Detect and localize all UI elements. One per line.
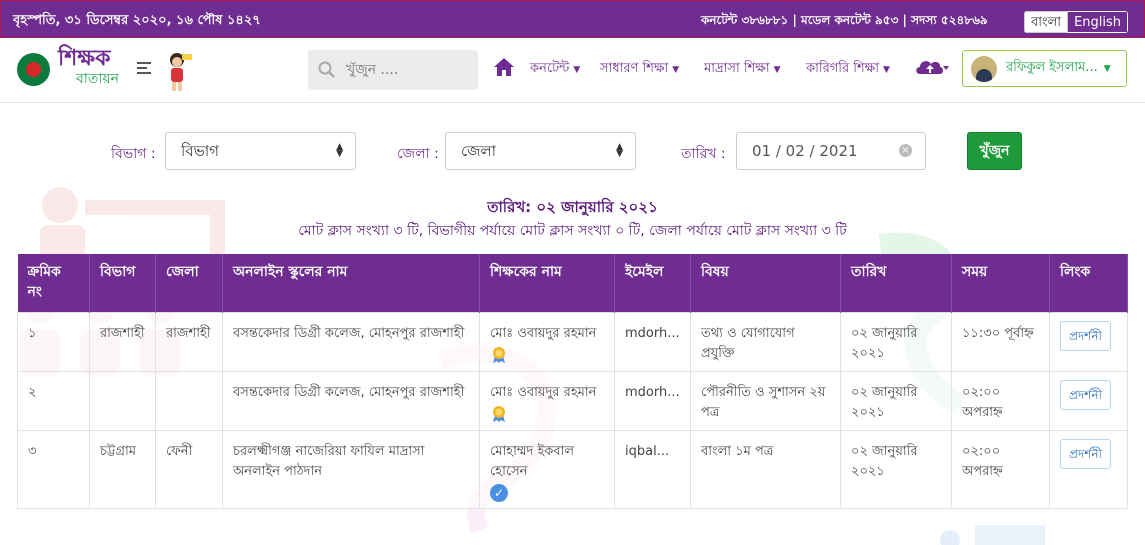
award-icon xyxy=(493,405,505,422)
user-name: রফিকুল ইসলাম... xyxy=(1006,60,1098,75)
brand-name: শিক্ষক xyxy=(58,46,111,71)
search-icon xyxy=(318,61,335,78)
online-classes-table: ক্রমিক নং বিভাগ জেলা অনলাইন স্কুলের নাম … xyxy=(17,254,1128,509)
district-label: জেলা : xyxy=(397,146,439,162)
cell-division: রাজশাহী xyxy=(89,311,156,372)
header-school: অনলাইন স্কুলের নাম xyxy=(222,254,480,312)
govt-logo-icon[interactable] xyxy=(17,53,50,86)
cell-time: ০২:০০ অপরাহ্ন xyxy=(951,429,1050,509)
cell-date: ০২ জানুয়ারি ২০২১ xyxy=(840,429,952,509)
header-division: বিভাগ xyxy=(89,254,156,312)
chevron-down-icon: ▼ xyxy=(773,65,781,75)
nav-general-education[interactable]: সাধারণ শিক্ষা ▼ xyxy=(600,59,679,80)
mascot-girl-icon xyxy=(170,53,192,91)
hamburger-menu-icon[interactable] xyxy=(137,62,151,74)
top-info-bar: বৃহস্পতি, ৩১ ডিসেম্বর ২০২০, ১৬ পৌষ ১৪২৭ … xyxy=(0,0,1145,38)
division-select[interactable]: বিভাগ ▲ ▼ xyxy=(165,132,356,170)
cell-email: iqbal... xyxy=(614,429,691,509)
header-email: ইমেইল xyxy=(614,254,691,312)
show-class-button[interactable]: প্রদর্শনী xyxy=(1060,379,1111,410)
cell-link: প্রদর্শনী xyxy=(1049,429,1128,509)
cell-teacher: মোঃ ওবায়দুর রহমান xyxy=(479,370,615,431)
cloud-upload-icon[interactable] xyxy=(913,56,951,78)
lang-english-button[interactable]: English xyxy=(1068,11,1129,33)
language-switch: বাংলা English xyxy=(1024,11,1129,33)
main-navbar: শিক্ষক বাতায়ন কনটেন্ট▼ সাধারণ শিক্ষা▼ ম… xyxy=(0,38,1145,103)
brand-subtitle: বাতায়ন xyxy=(76,71,120,87)
cell-school: চরলক্ষ্মীগঞ্জ নাজেরিয়া ফাযিল মাদ্রাসা অ… xyxy=(222,429,480,509)
shape-watermark-icon xyxy=(940,525,1045,545)
header-district: জেলা xyxy=(155,254,223,312)
cell-subject: বাংলা ১ম পত্র xyxy=(690,429,841,509)
search-input[interactable] xyxy=(346,62,466,78)
site-stats: কনটেন্ট ৩৮৬৮৮১ | মডেল কনটেন্ট ৯৫৩ | সদস্… xyxy=(701,13,988,27)
cell-district: রাজশাহী xyxy=(155,311,223,372)
cell-teacher: মোঃ ওবায়দুর রহমান xyxy=(479,311,615,372)
cell-date: ০২ জানুয়ারি ২০২১ xyxy=(840,370,952,431)
select-arrows-icon: ▲ ▼ xyxy=(616,142,623,159)
teacher-name: মোঃ ওবায়দুর রহমান xyxy=(490,384,597,400)
cell-email: mdorh... xyxy=(614,311,691,372)
header-serial: ক্রমিক নং xyxy=(17,254,90,312)
table-row: ১ রাজশাহী রাজশাহী বসন্তকেদার ডিগ্রী কলেজ… xyxy=(17,311,1128,372)
header-subject: বিষয় xyxy=(690,254,841,312)
cell-date: ০২ জানুয়ারি ২০২১ xyxy=(840,311,952,372)
summary-counts: মোট ক্লাস সংখ্যা ৩ টি, বিভাগীয় পর্যায়ে… xyxy=(298,223,847,239)
cell-district xyxy=(155,370,223,431)
cell-school: বসন্তকেদার ডিগ্রী কলেজ, মোহনপুর রাজশাহী xyxy=(222,370,480,431)
nav-technical-education[interactable]: কারিগরি শিক্ষা ▼ xyxy=(806,59,890,80)
verified-check-icon: ✓ xyxy=(490,483,508,502)
global-search xyxy=(308,50,478,90)
nav-madrasa-education[interactable]: মাদ্রাসা শিক্ষা ▼ xyxy=(704,59,781,80)
cell-subject: তথ্য ও যোগাযোগ প্রযুক্তি xyxy=(690,311,841,372)
cell-serial: ২ xyxy=(17,370,90,431)
chevron-down-icon: ▼ xyxy=(672,65,680,75)
table-row: ২ বসন্তকেদার ডিগ্রী কলেজ, মোহনপুর রাজশাহ… xyxy=(17,370,1128,431)
cell-teacher: মোহাম্মদ ইকবাল হোসেন ✓ xyxy=(479,429,615,509)
cell-link: প্রদর্শনী xyxy=(1049,370,1128,431)
cell-email: mdorh... xyxy=(614,370,691,431)
teacher-name: মোহাম্মদ ইকবাল হোসেন xyxy=(490,443,575,479)
date-field[interactable]: 01 / 02 / 2021 × xyxy=(736,132,926,170)
brand-logo[interactable]: শিক্ষক বাতায়ন xyxy=(58,46,120,87)
cell-serial: ৩ xyxy=(17,429,90,509)
chevron-down-icon: ▼ xyxy=(573,65,581,75)
cell-subject: পৌরনীতি ও সুশাসন ২য় পত্র xyxy=(690,370,841,431)
avatar xyxy=(971,55,997,82)
search-button[interactable]: খুঁজুন xyxy=(967,132,1022,170)
district-select[interactable]: জেলা ▲ ▼ xyxy=(445,132,636,170)
cell-serial: ১ xyxy=(17,311,90,372)
cell-district: ফেনী xyxy=(155,429,223,509)
cell-time: ০২:০০ অপরাহ্ন xyxy=(951,370,1050,431)
header-date: তারিখ xyxy=(840,254,952,312)
cell-division: চট্টগ্রাম xyxy=(89,429,156,509)
chevron-down-icon: ▼ xyxy=(882,65,890,75)
nav-content[interactable]: কনটেন্ট ▼ xyxy=(530,59,580,80)
lang-bangla-button[interactable]: বাংলা xyxy=(1024,11,1069,33)
division-label: বিভাগ : xyxy=(111,146,156,162)
award-icon xyxy=(493,346,505,363)
date-label: তারিখ : xyxy=(681,146,726,162)
table-header-row: ক্রমিক নং বিভাগ জেলা অনলাইন স্কুলের নাম … xyxy=(17,254,1128,312)
header-teacher: শিক্ষকের নাম xyxy=(479,254,615,312)
table-row: ৩ চট্টগ্রাম ফেনী চরলক্ষ্মীগঞ্জ নাজেরিয়া… xyxy=(17,429,1128,509)
clear-date-icon[interactable]: × xyxy=(899,144,912,157)
cell-time: ১১:৩০ পূর্বাহ্ন xyxy=(951,311,1050,372)
home-icon[interactable] xyxy=(493,57,515,77)
current-date: বৃহস্পতি, ৩১ ডিসেম্বর ২০২০, ১৬ পৌষ ১৪২৭ xyxy=(13,13,261,28)
cell-school: বসন্তকেদার ডিগ্রী কলেজ, মোহনপুর রাজশাহী xyxy=(222,311,480,372)
chevron-down-icon: ▼ xyxy=(1103,63,1111,74)
cell-division xyxy=(89,370,156,431)
teacher-name: মোঃ ওবায়দুর রহমান xyxy=(490,325,597,341)
select-arrows-icon: ▲ ▼ xyxy=(336,142,343,159)
show-class-button[interactable]: প্রদর্শনী xyxy=(1060,438,1111,469)
user-profile-button[interactable]: রফিকুল ইসলাম... ▼ xyxy=(962,50,1127,87)
cell-link: প্রদর্শনী xyxy=(1049,311,1128,372)
header-time: সময় xyxy=(951,254,1050,312)
summary-date: তারিখ: ০২ জানুয়ারি ২০২১ xyxy=(487,198,658,216)
show-class-button[interactable]: প্রদর্শনী xyxy=(1060,320,1111,351)
header-link: লিংক xyxy=(1049,254,1128,312)
